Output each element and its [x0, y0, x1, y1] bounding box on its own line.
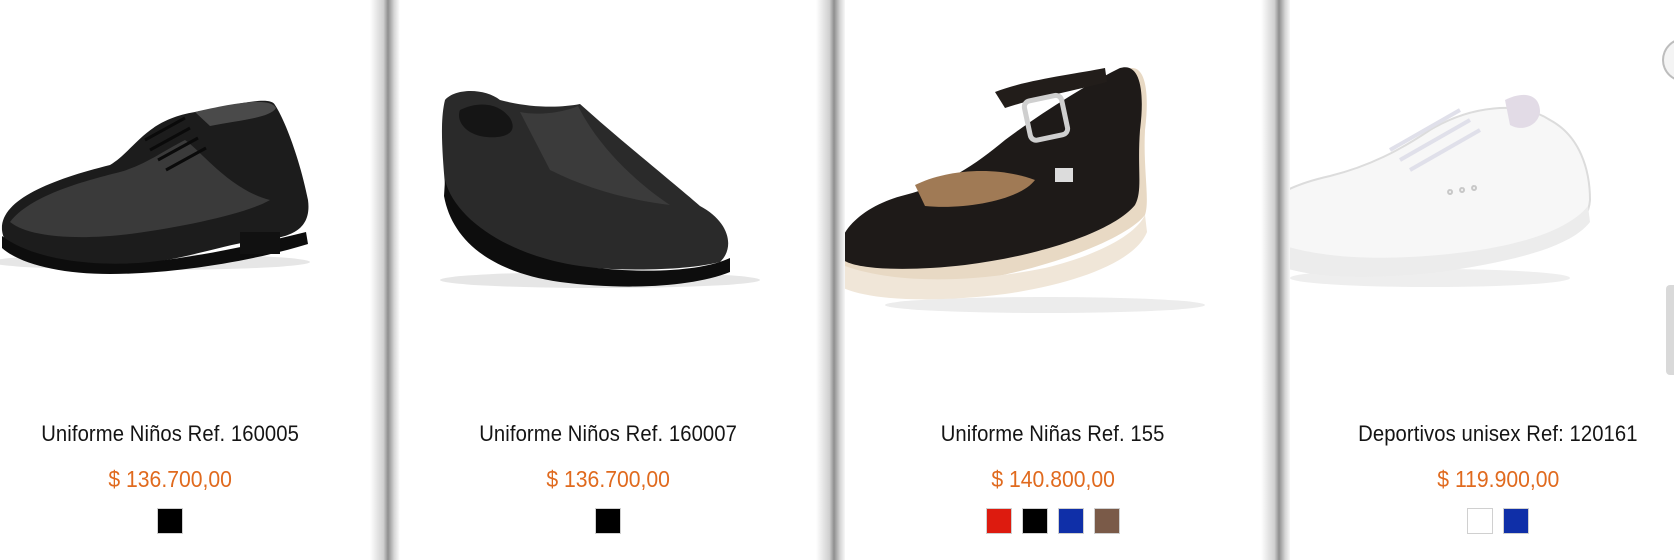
product-price: $ 136.700,00	[546, 466, 670, 492]
color-swatch-white[interactable]	[1467, 508, 1493, 534]
product-image[interactable]	[400, 0, 816, 420]
color-swatch-brown[interactable]	[1094, 508, 1120, 534]
product-name[interactable]: Deportivos unisex Ref: 120161	[1358, 420, 1637, 448]
scroll-handle[interactable]	[1666, 285, 1674, 375]
color-swatches	[157, 508, 183, 534]
product-card[interactable]: Uniforme Niñas Ref. 155 $ 140.800,00	[845, 0, 1261, 560]
product-card[interactable]: Uniforme Niños Ref. 160005 $ 136.700,00	[0, 0, 370, 560]
card-divider	[1261, 0, 1291, 560]
color-swatch-black[interactable]	[595, 508, 621, 534]
black-mary-jane-shoe-icon	[845, 67, 1205, 313]
product-image[interactable]	[1290, 0, 1674, 420]
product-image[interactable]	[0, 0, 370, 420]
color-swatch-blue[interactable]	[1503, 508, 1529, 534]
white-sneaker-icon	[1290, 94, 1592, 287]
color-swatch-black[interactable]	[1022, 508, 1048, 534]
card-divider	[370, 0, 400, 560]
product-name[interactable]: Uniforme Niños Ref. 160005	[41, 420, 299, 448]
product-card[interactable]: Uniforme Niños Ref. 160007 $ 136.700,00	[400, 0, 816, 560]
product-price: $ 140.800,00	[991, 466, 1115, 492]
product-image[interactable]	[845, 0, 1261, 420]
product-price: $ 136.700,00	[108, 466, 232, 492]
product-row: Uniforme Niños Ref. 160005 $ 136.700,00 …	[0, 0, 1674, 560]
black-lace-up-shoe-icon	[0, 100, 310, 274]
product-card[interactable]: Deportivos unisex Ref: 120161 $ 119.900,…	[1290, 0, 1674, 560]
color-swatches	[986, 508, 1120, 534]
black-slip-on-shoe-icon	[440, 91, 760, 288]
product-name[interactable]: Uniforme Niñas Ref. 155	[941, 420, 1165, 448]
product-price: $ 119.900,00	[1437, 466, 1559, 492]
color-swatches	[1467, 508, 1529, 534]
product-name[interactable]: Uniforme Niños Ref. 160007	[479, 420, 737, 448]
color-swatch-black[interactable]	[157, 508, 183, 534]
color-swatches	[595, 508, 621, 534]
color-swatch-blue[interactable]	[1058, 508, 1084, 534]
color-swatch-red[interactable]	[986, 508, 1012, 534]
card-divider	[816, 0, 846, 560]
